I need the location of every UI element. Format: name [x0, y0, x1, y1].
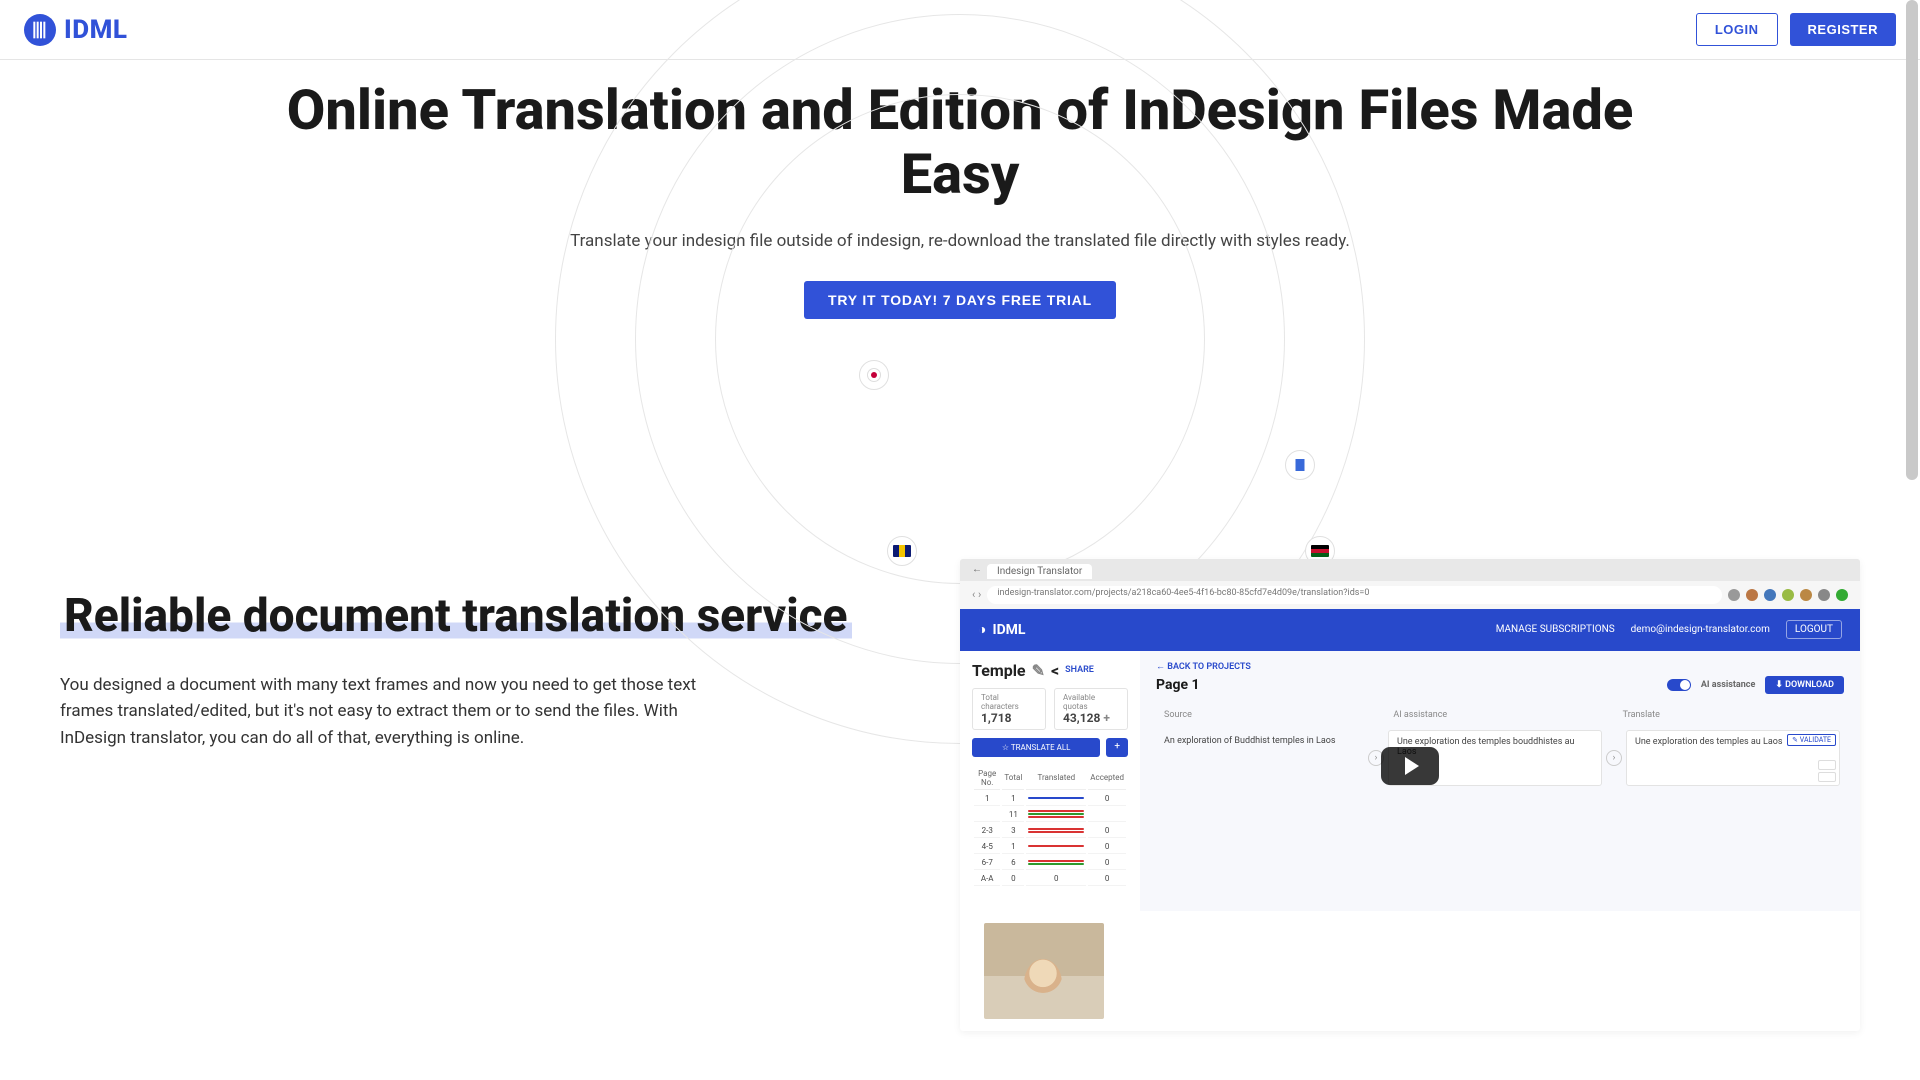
header-actions: LOGIN REGISTER [1696, 13, 1896, 46]
try-free-trial-button[interactable]: TRY IT TODAY! 7 DAYS FREE TRIAL [804, 281, 1116, 319]
manage-subscriptions-link: MANAGE SUBSCRIPTIONS [1496, 624, 1615, 635]
stat-value: 43,128 + [1063, 711, 1119, 725]
brand-logo[interactable]: IDML [24, 14, 127, 46]
section-body: You designed a document with many text f… [60, 672, 740, 751]
browser-tab: Indesign Translator [987, 564, 1092, 579]
app-logo: ◑ IDML [978, 621, 1026, 638]
stats-row: Total characters 1,718 Available quotas … [972, 688, 1128, 730]
browser-tab-bar: ← Indesign Translator [960, 559, 1860, 581]
table-row: 6-760 [974, 856, 1126, 870]
header: IDML LOGIN REGISTER [0, 0, 1920, 60]
validate-button: ✎ VALIDATE [1787, 734, 1836, 746]
arrow-icon: › [1606, 750, 1622, 766]
browser-url: indesign-translator.com/projects/a218ca6… [987, 586, 1722, 604]
table-row: 2-330 [974, 824, 1126, 838]
share-label: SHARE [1065, 665, 1094, 675]
column-headers: Source AI assistance Translate [1156, 706, 1844, 724]
section-title: Reliable document translation service [60, 589, 852, 643]
app-sidebar: Temple ✎ < SHARE Total characters 1,718 … [960, 651, 1140, 911]
translate-cell: Une exploration des temples au Laos ✎ VA… [1626, 730, 1840, 786]
page-heading: Page 1 [1156, 677, 1200, 693]
logout-button: LOGOUT [1786, 620, 1842, 639]
video-lower-area [960, 911, 1860, 1031]
col-source: Source [1156, 706, 1385, 724]
page-heading-actions: AI assistance ⬇ DOWNLOAD [1667, 676, 1844, 694]
add-button: + [1106, 738, 1128, 757]
stat-total-chars: Total characters 1,718 [972, 688, 1046, 730]
demo-video: ← Indesign Translator ‹ › indesign-trans… [960, 559, 1860, 1031]
register-button[interactable]: REGISTER [1790, 13, 1896, 46]
project-name: Temple [972, 661, 1026, 680]
brand-name: IDML [64, 15, 127, 45]
col-ai: AI assistance [1385, 706, 1614, 724]
flag-icon-japan [859, 360, 889, 390]
stat-label: Available quotas [1063, 693, 1119, 711]
ai-toggle [1667, 679, 1691, 691]
app-main: ← BACK TO PROJECTS Page 1 AI assistance … [1140, 651, 1860, 911]
back-link: ← BACK TO PROJECTS [1156, 661, 1844, 672]
app-screenshot-frame: ← Indesign Translator ‹ › indesign-trans… [960, 559, 1860, 1031]
login-button[interactable]: LOGIN [1696, 13, 1778, 46]
hero-title: Online Translation and Edition of InDesi… [260, 78, 1660, 207]
project-title: Temple ✎ < SHARE [972, 661, 1128, 680]
user-email: demo@indesign-translator.com [1631, 624, 1770, 635]
th-translated: Translated [1026, 767, 1086, 790]
browser-back-icon: ‹ › [972, 588, 981, 601]
download-button: ⬇ DOWNLOAD [1765, 676, 1844, 694]
reliable-service-section: Reliable document translation service Yo… [0, 559, 1920, 1071]
hero: Online Translation and Edition of InDesi… [0, 60, 1920, 559]
presenter-thumbnail [984, 923, 1104, 1019]
app-logo-icon: ◑ [978, 621, 986, 638]
app-header-right: MANAGE SUBSCRIPTIONS demo@indesign-trans… [1496, 620, 1842, 639]
app-header: ◑ IDML MANAGE SUBSCRIPTIONS demo@indesig… [960, 609, 1860, 651]
flag-icon [1285, 450, 1315, 480]
section-text: Reliable document translation service Yo… [60, 559, 940, 1031]
table-row: A-A000 [974, 872, 1126, 886]
ai-toggle-label: AI assistance [1701, 680, 1755, 690]
th-page: Page No. [974, 767, 1000, 790]
stat-value: 1,718 [981, 711, 1037, 725]
col-translate: Translate [1615, 706, 1844, 724]
hero-subtitle: Translate your indesign file outside of … [0, 231, 1920, 251]
share-link: < [1051, 661, 1059, 680]
app-logo-text: IDML [992, 622, 1025, 638]
edit-icon: ✎ [1032, 661, 1045, 680]
page-heading-row: Page 1 AI assistance ⬇ DOWNLOAD [1156, 676, 1844, 694]
pages-table: Page No. Total Translated Accepted 110 1… [972, 765, 1128, 888]
table-row: 110 [974, 792, 1126, 806]
browser-nav-icon: ← [972, 564, 982, 575]
stat-label: Total characters [981, 693, 1037, 711]
stat-quotas: Available quotas 43,128 + [1054, 688, 1128, 730]
brand-logo-icon [24, 14, 56, 46]
source-cell: An exploration of Buddhist temples in La… [1156, 730, 1368, 786]
th-accepted: Accepted [1088, 767, 1126, 790]
sidebar-buttons: ☆ TRANSLATE ALL + [972, 738, 1128, 757]
table-row: 4-510 [974, 840, 1126, 854]
mini-actions [1818, 760, 1836, 782]
translation-row: An exploration of Buddhist temples in La… [1156, 730, 1844, 786]
th-total: Total [1002, 767, 1024, 790]
play-button[interactable] [1381, 747, 1439, 785]
browser-url-bar: ‹ › indesign-translator.com/projects/a21… [960, 581, 1860, 609]
translate-all-button: ☆ TRANSLATE ALL [972, 738, 1100, 757]
browser-ext-icons [1728, 589, 1848, 601]
table-row: 11 [974, 808, 1126, 822]
